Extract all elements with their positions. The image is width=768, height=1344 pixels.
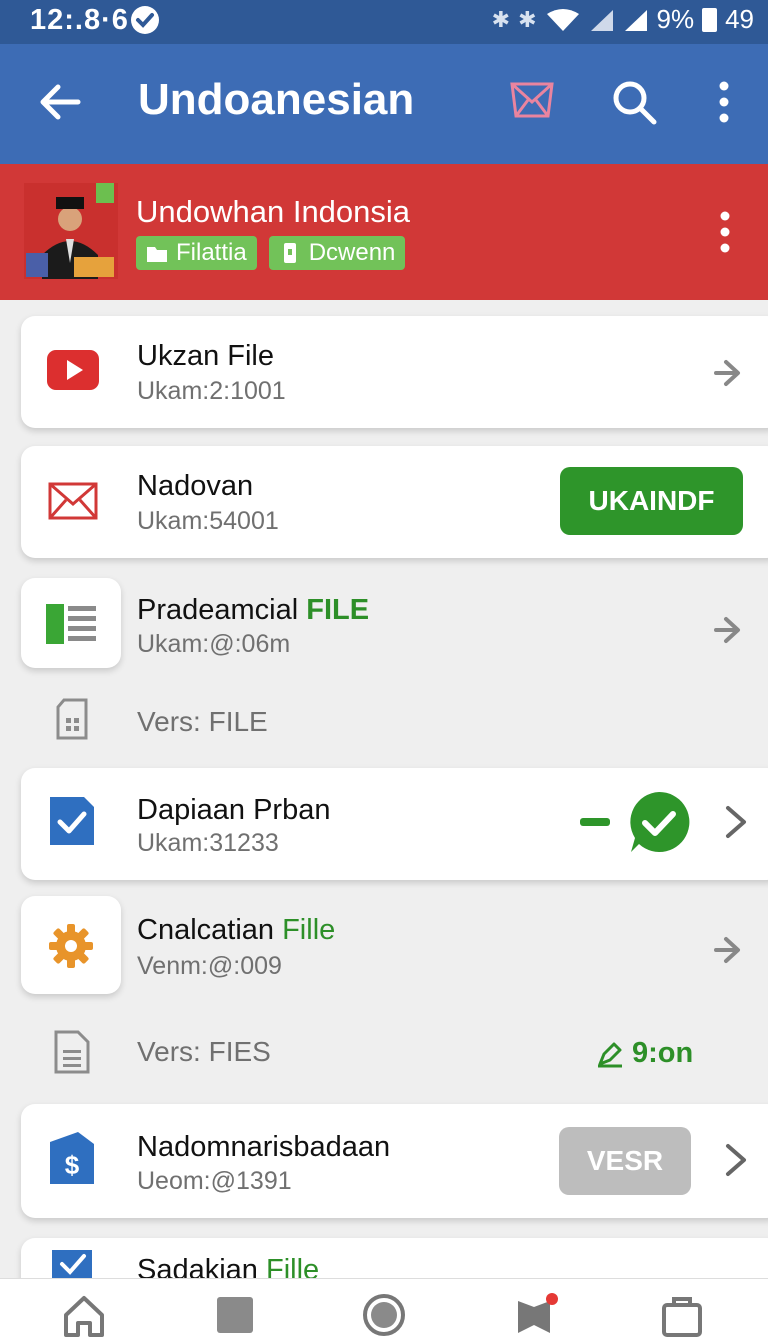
- chip-filattia[interactable]: Filattia: [136, 236, 257, 270]
- home-icon[interactable]: [62, 1293, 106, 1337]
- bluetooth-icon: ✱: [491, 6, 511, 32]
- signal-icon-2: [624, 9, 647, 31]
- status-number: 49: [725, 4, 754, 34]
- chevron-right-icon[interactable]: [722, 804, 752, 840]
- app-bar: Undoanesian: [0, 44, 768, 164]
- vesr-button[interactable]: VESR: [559, 1127, 691, 1195]
- list-item-title: Pradeamcial FILE: [137, 594, 369, 627]
- mail-icon: [48, 482, 98, 520]
- list-item-title: Nadomnarisbadaan: [137, 1131, 391, 1163]
- more-vert-icon[interactable]: [712, 80, 736, 124]
- chevron-right-icon[interactable]: [714, 932, 744, 968]
- bag-icon[interactable]: [660, 1293, 704, 1337]
- svg-text:$: $: [65, 1150, 80, 1180]
- flag-icon[interactable]: [514, 1293, 558, 1337]
- page-title: Undoanesian: [138, 75, 415, 124]
- more-vert-icon[interactable]: [713, 210, 737, 254]
- list-item-title-accent: FILE: [306, 594, 370, 626]
- list-item-card[interactable]: [21, 316, 768, 428]
- phone-icon: [283, 243, 296, 263]
- list-item-title: Nadovan: [137, 470, 254, 502]
- time-status: 9:on: [596, 1037, 693, 1070]
- chevron-right-icon[interactable]: [714, 355, 744, 391]
- list-item-title-accent: Fille: [282, 914, 336, 946]
- chevron-right-icon[interactable]: [722, 1142, 752, 1178]
- back-arrow-icon[interactable]: [36, 78, 84, 126]
- ukaindf-button[interactable]: UKAINDF: [560, 467, 743, 535]
- sim-card-icon: [56, 698, 88, 740]
- youtube-icon: [47, 350, 99, 390]
- circle-icon[interactable]: [362, 1293, 406, 1337]
- list-item-subtitle: Ukam:@:06m: [137, 630, 291, 658]
- checkbox-icon: [50, 797, 94, 845]
- channel-title: Undowhan Indonsia: [136, 194, 411, 229]
- minus-icon[interactable]: [580, 818, 610, 826]
- list-item-title: Dapiaan Prban: [137, 794, 331, 826]
- list-item-title: Vers: FIES: [137, 1036, 271, 1067]
- document-icon: [46, 604, 96, 644]
- check-icon: [131, 6, 159, 34]
- signal-icon: [590, 9, 613, 31]
- file-icon: [54, 1030, 90, 1074]
- chip-label: Dcwenn: [308, 239, 396, 266]
- vibrate-icon: ✱: [518, 6, 537, 32]
- list-item-subtitle: Ueom:@1391: [137, 1167, 292, 1195]
- chip-label: Filattia: [176, 239, 247, 266]
- pencil-icon: [598, 1042, 622, 1067]
- checkbox-icon: [52, 1250, 92, 1280]
- status-time: 12:.8·6: [30, 4, 129, 36]
- channel-banner[interactable]: Undowhan Indonsia Filattia Dcwenn: [0, 164, 768, 300]
- search-icon[interactable]: [610, 78, 658, 126]
- list-item-subtitle: Ukam:2:1001: [137, 377, 286, 405]
- list-item-title-text: Pradeamcial: [137, 594, 299, 626]
- channel-chips: Filattia Dcwenn: [136, 236, 406, 270]
- folder-icon: [147, 247, 167, 262]
- list-item-title: Vers: FILE: [137, 706, 268, 737]
- battery-icon: [702, 7, 718, 32]
- check-bubble-icon: [630, 791, 690, 852]
- mail-icon[interactable]: [508, 78, 556, 122]
- square-icon[interactable]: [213, 1293, 257, 1337]
- status-indicators: ✱ ✱ 9% 49: [492, 4, 754, 35]
- list-item-subtitle: Ukam:54001: [137, 507, 279, 535]
- channel-thumbnail: [24, 183, 118, 279]
- battery-percent: 9%: [656, 4, 695, 34]
- chip-dcwenn[interactable]: Dcwenn: [268, 236, 406, 270]
- list-item-title: Ukzan File: [137, 340, 274, 372]
- bottom-nav: [0, 1278, 768, 1344]
- status-bar: 12:.8·6 ✱ ✱ 9% 49: [0, 0, 768, 44]
- list-item-subtitle: Ukam:31233: [137, 829, 279, 857]
- list-item-title: Cnalcatian Fille: [137, 914, 335, 947]
- list-item-title-text: Cnalcatian: [137, 914, 275, 946]
- list-item-subtitle: Venm:@:009: [137, 952, 282, 980]
- gear-icon: [49, 924, 93, 968]
- dollar-file-icon: $: [50, 1132, 94, 1184]
- wifi-icon: [546, 8, 579, 31]
- chevron-right-icon[interactable]: [714, 612, 744, 648]
- time-status-text: 9:on: [632, 1037, 694, 1069]
